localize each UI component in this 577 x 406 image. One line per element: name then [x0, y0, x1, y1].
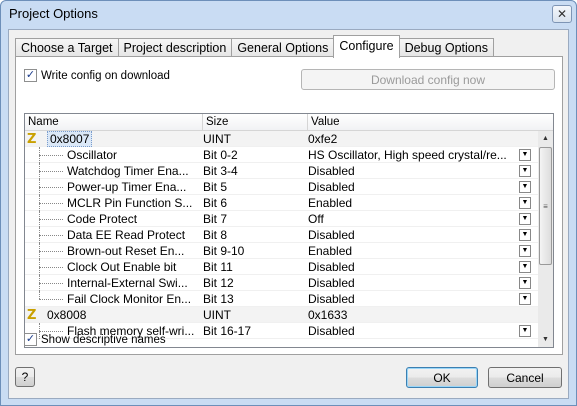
project-options-window: Project Options ✕ Choose a Target Projec…: [0, 0, 577, 406]
setting-name: Watchdog Timer Ena...: [67, 164, 189, 178]
setting-size: Bit 13: [203, 292, 234, 306]
config-grid: Name Size Value Z 0x8007 UINT 0xfe2 Osci…: [24, 113, 554, 348]
setting-value[interactable]: Disabled: [308, 323, 518, 339]
write-config-checkbox[interactable]: ✓: [24, 69, 37, 82]
write-config-row[interactable]: ✓ Write config on download: [24, 69, 170, 82]
chevron-down-icon[interactable]: ▼: [519, 261, 531, 273]
setting-name: MCLR Pin Function S...: [67, 196, 193, 210]
setting-value[interactable]: Disabled: [308, 275, 518, 291]
chevron-down-icon[interactable]: ▼: [519, 181, 531, 193]
table-row[interactable]: Power-up Timer Ena... Bit 5 Disabled ▼: [25, 179, 538, 195]
chevron-down-icon[interactable]: ▼: [519, 229, 531, 241]
setting-value[interactable]: Disabled: [308, 291, 518, 307]
table-row[interactable]: Clock Out Enable bit Bit 11 Disabled ▼: [25, 259, 538, 275]
chevron-down-icon[interactable]: ▼: [519, 325, 531, 337]
chevron-down-icon[interactable]: ▼: [519, 245, 531, 257]
tab-general-options[interactable]: General Options: [231, 38, 335, 58]
tab-configure[interactable]: Configure: [333, 35, 400, 58]
download-config-button[interactable]: Download config now: [301, 69, 555, 90]
ok-button[interactable]: OK: [406, 367, 478, 388]
tab-choose-target[interactable]: Choose a Target: [15, 38, 119, 58]
setting-name: Internal-External Swi...: [67, 276, 188, 290]
show-names-checkbox[interactable]: ✓: [24, 333, 37, 346]
z-register-icon: Z: [27, 308, 37, 323]
group-name: 0x8007: [47, 131, 93, 147]
setting-value[interactable]: Disabled: [308, 259, 518, 275]
close-button[interactable]: ✕: [552, 5, 572, 23]
chevron-down-icon[interactable]: ▼: [519, 213, 531, 225]
table-row[interactable]: Oscillator Bit 0-2 HS Oscillator, High s…: [25, 147, 538, 163]
cancel-button[interactable]: Cancel: [488, 367, 562, 388]
setting-name: Oscillator: [67, 148, 118, 162]
table-row[interactable]: Internal-External Swi... Bit 12 Disabled…: [25, 275, 538, 291]
scroll-thumb[interactable]: ≡: [539, 147, 552, 265]
group-value[interactable]: 0x1633: [308, 307, 518, 323]
setting-size: Bit 0-2: [203, 148, 238, 162]
setting-size: Bit 9-10: [203, 244, 245, 258]
show-names-label: Show descriptive names: [41, 333, 166, 346]
chevron-down-icon[interactable]: ▼: [519, 149, 531, 161]
setting-value[interactable]: Off: [308, 211, 518, 227]
grid-vertical-scrollbar[interactable]: ▲ ≡ ▼: [538, 131, 553, 347]
write-config-label: Write config on download: [41, 69, 170, 82]
chevron-down-icon[interactable]: ▼: [519, 165, 531, 177]
column-header-size[interactable]: Size: [203, 114, 308, 131]
scroll-up-icon[interactable]: ▲: [538, 131, 553, 146]
setting-name: Fail Clock Monitor En...: [67, 292, 192, 306]
grid-header: Name Size Value: [25, 114, 553, 131]
setting-name: Brown-out Reset En...: [67, 244, 185, 258]
table-row[interactable]: Code Protect Bit 7 Off ▼: [25, 211, 538, 227]
tab-debug-options[interactable]: Debug Options: [398, 38, 494, 58]
table-row[interactable]: Brown-out Reset En... Bit 9-10 Enabled ▼: [25, 243, 538, 259]
close-icon: ✕: [556, 7, 568, 21]
setting-size: Bit 6: [203, 196, 228, 210]
dialog-client: Choose a Target Project description Gene…: [8, 29, 569, 399]
setting-name: Code Protect: [67, 212, 138, 226]
help-button[interactable]: ?: [15, 367, 35, 387]
group-size: UINT: [203, 132, 231, 146]
setting-value[interactable]: Enabled: [308, 195, 518, 211]
scroll-down-icon[interactable]: ▼: [538, 332, 553, 347]
setting-value[interactable]: Disabled: [308, 179, 518, 195]
setting-size: Bit 7: [203, 212, 228, 226]
title-bar: Project Options ✕: [1, 1, 576, 29]
setting-value[interactable]: HS Oscillator, High speed crystal/re...: [308, 147, 518, 163]
column-header-value[interactable]: Value: [308, 114, 553, 131]
setting-value[interactable]: Disabled: [308, 227, 518, 243]
group-name: 0x8008: [47, 308, 87, 322]
setting-size: Bit 8: [203, 228, 228, 242]
show-names-row[interactable]: ✓ Show descriptive names: [24, 333, 166, 346]
configure-panel: ✓ Write config on download Download conf…: [15, 56, 563, 355]
setting-size: Bit 16-17: [203, 324, 252, 338]
setting-name: Power-up Timer Ena...: [67, 180, 187, 194]
group-value[interactable]: 0xfe2: [308, 131, 518, 147]
window-title: Project Options: [9, 6, 98, 21]
group-row-0x8008[interactable]: Z 0x8008 UINT 0x1633: [25, 307, 538, 323]
group-size: UINT: [203, 308, 231, 322]
chevron-down-icon[interactable]: ▼: [519, 197, 531, 209]
setting-size: Bit 3-4: [203, 164, 238, 178]
chevron-down-icon[interactable]: ▼: [519, 293, 531, 305]
table-row[interactable]: Fail Clock Monitor En... Bit 13 Disabled…: [25, 291, 538, 307]
column-header-name[interactable]: Name: [25, 114, 203, 131]
table-row[interactable]: Watchdog Timer Ena... Bit 3-4 Disabled ▼: [25, 163, 538, 179]
setting-size: Bit 12: [203, 276, 234, 290]
tab-project-description[interactable]: Project description: [117, 38, 233, 58]
table-row[interactable]: Data EE Read Protect Bit 8 Disabled ▼: [25, 227, 538, 243]
setting-value[interactable]: Enabled: [308, 243, 518, 259]
tab-strip: Choose a Target Project description Gene…: [15, 35, 494, 58]
setting-value[interactable]: Disabled: [308, 163, 518, 179]
setting-name: Clock Out Enable bit: [67, 260, 177, 274]
grid-rows: Z 0x8007 UINT 0xfe2 Oscillator Bit 0-2 H…: [25, 131, 538, 339]
setting-size: Bit 11: [203, 260, 233, 274]
table-row[interactable]: MCLR Pin Function S... Bit 6 Enabled ▼: [25, 195, 538, 211]
chevron-down-icon[interactable]: ▼: [519, 277, 531, 289]
setting-name: Data EE Read Protect: [67, 228, 186, 242]
group-row-0x8007[interactable]: Z 0x8007 UINT 0xfe2: [25, 131, 538, 147]
z-register-icon: Z: [27, 132, 37, 147]
setting-size: Bit 5: [203, 180, 228, 194]
